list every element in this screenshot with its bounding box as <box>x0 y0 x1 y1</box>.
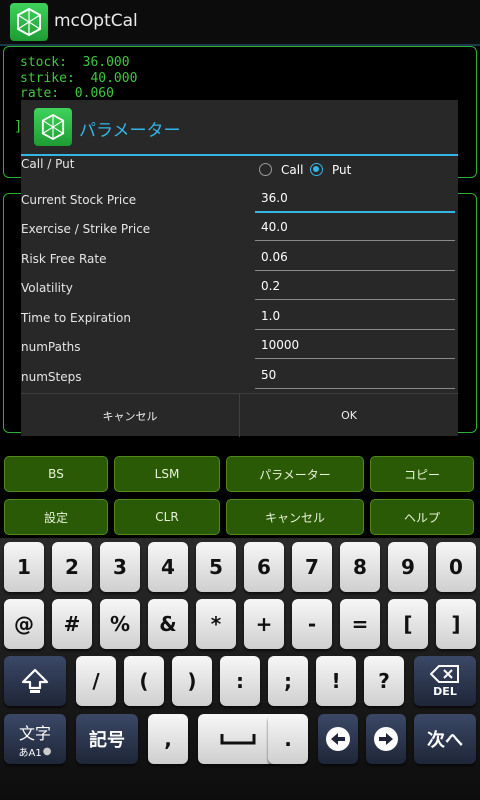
put-radio-label[interactable]: Put <box>332 163 351 177</box>
key-3[interactable]: 3 <box>100 542 140 592</box>
strike-price-input[interactable]: 40.0 <box>255 216 455 241</box>
key-hash[interactable]: # <box>52 599 92 649</box>
stock-price-input[interactable]: 36.0 <box>255 187 455 213</box>
field-label-volatility: Volatility <box>21 281 73 295</box>
cancel-action-button[interactable]: キャンセル <box>226 499 364 535</box>
key-semicolon[interactable]: ; <box>268 656 308 706</box>
time-to-expiration-input[interactable]: 1.0 <box>255 305 455 330</box>
input-mode-key[interactable]: 文字 あA1 ● <box>4 714 66 764</box>
num-steps-input[interactable]: 50 <box>255 364 455 389</box>
parameters-dialog: パラメーター Call / Put Call Put Current Stock… <box>21 100 458 437</box>
field-label-time-to-expiration: Time to Expiration <box>21 311 131 325</box>
field-label-stock-price: Current Stock Price <box>21 193 137 207</box>
key-right-paren[interactable]: ) <box>172 656 212 706</box>
bs-button[interactable]: BS <box>4 456 108 492</box>
delete-key[interactable]: DEL <box>414 656 476 706</box>
key-colon[interactable]: : <box>220 656 260 706</box>
shift-key[interactable] <box>4 656 66 706</box>
key-4[interactable]: 4 <box>148 542 188 592</box>
key-0[interactable]: 0 <box>436 542 476 592</box>
key-2[interactable]: 2 <box>52 542 92 592</box>
key-asterisk[interactable]: * <box>196 599 236 649</box>
key-period[interactable]: . <box>268 714 308 764</box>
field-label-num-steps: numSteps <box>21 370 82 384</box>
symbol-key[interactable]: 記号 <box>76 714 138 764</box>
key-comma[interactable]: , <box>148 714 188 764</box>
key-percent[interactable]: % <box>100 599 140 649</box>
key-1[interactable]: 1 <box>4 542 44 592</box>
key-right-bracket[interactable]: ] <box>436 599 476 649</box>
input-mode-sub-label: あA1 <box>18 747 42 759</box>
key-at[interactable]: @ <box>4 599 44 649</box>
title-bar: mcOptCal <box>0 0 480 46</box>
key-slash[interactable]: / <box>76 656 116 706</box>
copy-button[interactable]: コピー <box>370 456 474 492</box>
key-left-paren[interactable]: ( <box>124 656 164 706</box>
lsm-button[interactable]: LSM <box>114 456 220 492</box>
field-label-num-paths: numPaths <box>21 340 81 354</box>
dialog-app-icon <box>34 108 72 146</box>
cursor-left-key[interactable] <box>318 714 358 764</box>
stock-price-value: 36.0 <box>261 191 288 205</box>
key-ampersand[interactable]: & <box>148 599 188 649</box>
key-plus[interactable]: + <box>244 599 284 649</box>
settings-button[interactable]: 設定 <box>4 499 108 535</box>
call-radio-label[interactable]: Call <box>281 163 303 177</box>
app-icon <box>10 3 48 41</box>
time-to-expiration-value: 1.0 <box>261 309 281 323</box>
microphone-icon: ● <box>42 745 52 757</box>
volatility-value: 0.2 <box>261 279 281 293</box>
input-mode-label: 文字 <box>18 723 51 743</box>
dialog-title: パラメーター <box>79 121 181 141</box>
key-exclamation[interactable]: ! <box>316 656 356 706</box>
call-radio[interactable] <box>259 163 272 176</box>
arrow-right-icon <box>374 727 398 751</box>
key-5[interactable]: 5 <box>196 542 236 592</box>
field-label-risk-free-rate: Risk Free Rate <box>21 252 107 266</box>
dialog-header: パラメーター <box>21 100 458 156</box>
key-9[interactable]: 9 <box>388 542 428 592</box>
help-button[interactable]: ヘルプ <box>370 499 474 535</box>
risk-free-rate-value: 0.06 <box>261 250 288 264</box>
dialog-ok-button[interactable]: OK <box>240 394 458 437</box>
num-steps-value: 50 <box>261 368 277 382</box>
key-6[interactable]: 6 <box>244 542 284 592</box>
risk-free-rate-input[interactable]: 0.06 <box>255 246 455 271</box>
space-key[interactable] <box>198 714 278 764</box>
put-radio[interactable] <box>310 163 323 176</box>
console-text: stock: 36.000 strike: 40.000 rate: 0.060 <box>20 55 138 101</box>
clear-button[interactable]: CLR <box>114 499 220 535</box>
backspace-icon <box>430 664 459 683</box>
dialog-cancel-button[interactable]: キャンセル <box>21 394 240 437</box>
field-label-strike-price: Exercise / Strike Price <box>21 222 151 236</box>
space-icon <box>220 734 256 745</box>
volatility-input[interactable]: 0.2 <box>255 275 455 300</box>
cursor-right-key[interactable] <box>366 714 406 764</box>
delete-key-label: DEL <box>433 684 457 698</box>
key-equals[interactable]: = <box>340 599 380 649</box>
next-key[interactable]: 次へ <box>414 714 476 764</box>
app-title: mcOptCal <box>54 11 138 31</box>
dialog-button-bar: キャンセル OK <box>21 393 458 437</box>
software-keyboard: 1 2 3 4 5 6 7 8 9 0 @ # % & * + - = [ ] … <box>0 538 480 800</box>
key-7[interactable]: 7 <box>292 542 332 592</box>
call-put-label: Call / Put <box>21 157 75 171</box>
shift-icon <box>21 668 49 693</box>
key-question[interactable]: ? <box>364 656 404 706</box>
key-8[interactable]: 8 <box>340 542 380 592</box>
key-minus[interactable]: - <box>292 599 332 649</box>
key-left-bracket[interactable]: [ <box>388 599 428 649</box>
num-paths-input[interactable]: 10000 <box>255 334 455 359</box>
arrow-left-icon <box>326 727 350 751</box>
strike-price-value: 40.0 <box>261 220 288 234</box>
parameters-button[interactable]: パラメーター <box>226 456 364 492</box>
num-paths-value: 10000 <box>261 338 300 352</box>
